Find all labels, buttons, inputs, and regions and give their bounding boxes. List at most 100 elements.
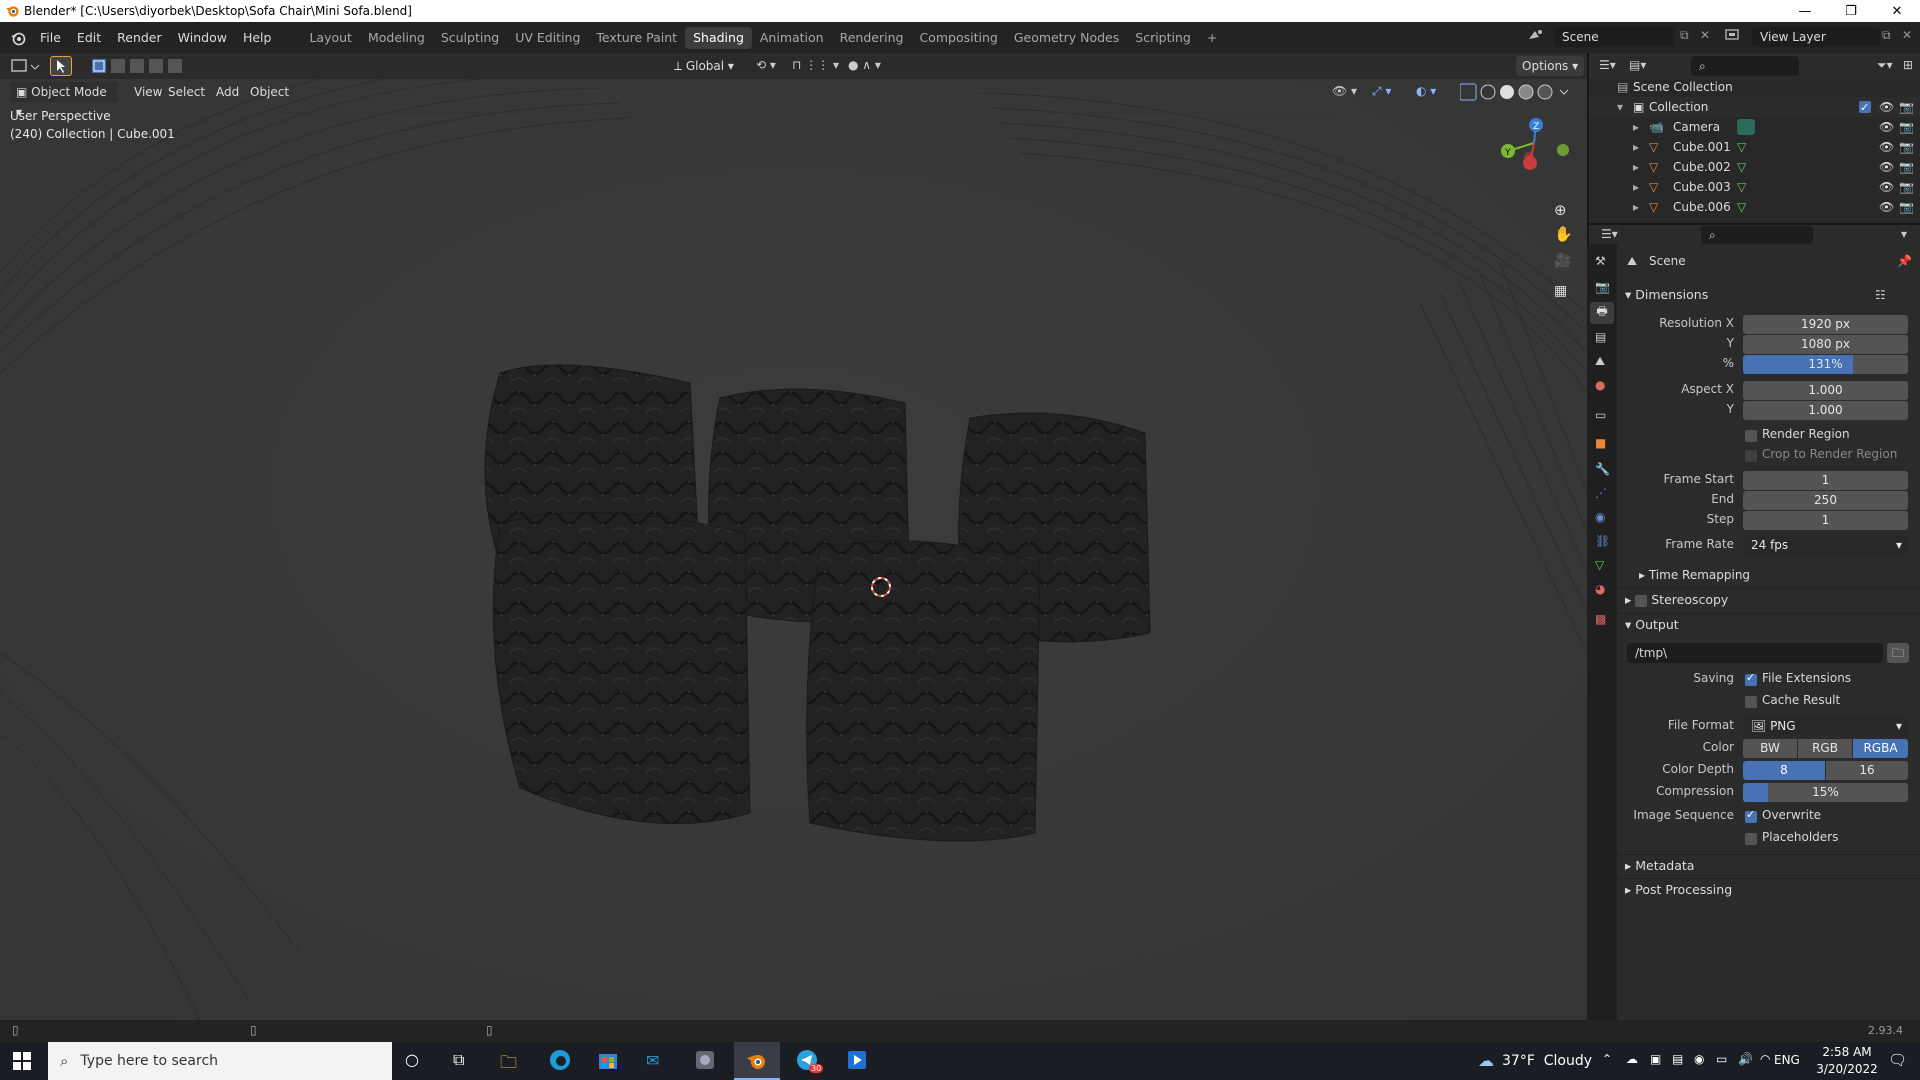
weather-label[interactable]: 37°F Cloudy: [1502, 1053, 1592, 1069]
frame-start-field[interactable]: 1: [1743, 471, 1908, 490]
ortho-toggle-icon[interactable]: ▦: [1554, 283, 1567, 299]
outliner-item-cube-006[interactable]: ▸ ▽ Cube.006 ▽ 👁 📷: [1589, 197, 1920, 217]
render-region-checkbox[interactable]: [1745, 430, 1757, 442]
menu-file[interactable]: File: [32, 27, 69, 49]
properties-editor-icon[interactable]: ☰▾: [1601, 227, 1618, 241]
output-section-header[interactable]: ▾ Output: [1625, 614, 1679, 636]
windows-start-icon[interactable]: [13, 1052, 31, 1070]
eye-icon[interactable]: 👁: [1879, 117, 1894, 137]
outliner-editor-icon[interactable]: ☰▾: [1599, 58, 1616, 72]
eye-icon[interactable]: 👁: [1879, 157, 1894, 177]
compression-slider[interactable]: 15%: [1743, 783, 1908, 802]
scene-selector[interactable]: Scene: [1554, 27, 1674, 47]
snap-icon[interactable]: ⊓ ⋮⋮ ▾: [792, 58, 839, 72]
tab-texture-paint[interactable]: Texture Paint: [588, 27, 685, 49]
navigation-gizmo[interactable]: Z Y: [1492, 113, 1572, 183]
stereoscopy-header[interactable]: ▸ Stereoscopy: [1625, 589, 1728, 611]
tab-animation[interactable]: Animation: [752, 27, 832, 49]
tab-sculpting[interactable]: Sculpting: [433, 27, 507, 49]
blender-menu-icon[interactable]: [10, 30, 26, 46]
properties-options-icon[interactable]: ▾: [1901, 227, 1907, 241]
options-dropdown[interactable]: Options ▾: [1516, 56, 1585, 76]
frame-end-field[interactable]: 250: [1743, 491, 1908, 510]
select-tool-icon[interactable]: [50, 56, 72, 76]
properties-search-input[interactable]: ⌕: [1701, 226, 1813, 244]
tab-layout[interactable]: Layout: [301, 27, 360, 49]
onedrive-icon[interactable]: ☁: [1626, 1052, 1638, 1066]
file-extensions-checkbox[interactable]: [1745, 671, 1757, 686]
edge-browser-icon[interactable]: [549, 1049, 571, 1071]
tab-rendering[interactable]: Rendering: [832, 27, 912, 49]
add-workspace-icon[interactable]: +: [1199, 27, 1225, 49]
language-indicator[interactable]: ENG: [1774, 1053, 1800, 1067]
constraints-tab-icon[interactable]: ⛓: [1595, 534, 1610, 548]
expand-arrow-icon[interactable]: ▸: [1633, 157, 1639, 177]
editor-type-icon[interactable]: [10, 57, 40, 75]
outliner-collection-row[interactable]: ▾ ▣ Collection 👁 📷: [1589, 97, 1920, 118]
tab-compositing[interactable]: Compositing: [911, 27, 1005, 49]
expand-arrow-icon[interactable]: ▾: [1617, 97, 1623, 117]
view-layer-selector[interactable]: View Layer: [1752, 27, 1880, 47]
frame-rate-dropdown[interactable]: 24 fps ▾: [1743, 536, 1908, 555]
view-layer-tab-icon[interactable]: ▤: [1595, 330, 1606, 344]
pivot-icon[interactable]: ⟲ ▾: [756, 58, 776, 72]
wifi-icon[interactable]: ◠: [1760, 1052, 1770, 1066]
filter-icon[interactable]: ⏷▾: [1877, 58, 1893, 73]
folder-browse-icon[interactable]: 🗀: [1887, 643, 1909, 663]
gizmo-toggle-icon[interactable]: ⤢ ▾: [1372, 84, 1391, 99]
time-remapping-header[interactable]: ▸ Time Remapping: [1639, 564, 1750, 586]
tray-app-icon[interactable]: ◉: [1694, 1052, 1704, 1066]
physics-tab-icon[interactable]: ◉: [1595, 510, 1605, 524]
maximize-button[interactable]: ❐: [1828, 0, 1874, 22]
aspect-x-field[interactable]: 1.000: [1743, 381, 1908, 400]
dimensions-section-header[interactable]: ▾ Dimensions: [1625, 284, 1708, 306]
3d-viewport[interactable]: ⟂ Global ▾ ⟲ ▾ ⊓ ⋮⋮ ▾ ● ∧ ▾ Options ▾ ▣ …: [0, 53, 1587, 1020]
outliner-scene-collection[interactable]: ▤ Scene Collection: [1589, 77, 1920, 97]
menu-select[interactable]: Select: [162, 82, 211, 102]
display-mode-icon[interactable]: ▤▾: [1629, 58, 1646, 72]
outliner-item-cube-001[interactable]: ▸ ▽ Cube.001 ▽ 👁 📷: [1589, 137, 1920, 157]
mesh-data-tab-icon[interactable]: ▽: [1595, 558, 1604, 572]
resolution-x-field[interactable]: 1920 px: [1743, 315, 1908, 334]
collection-tab-icon[interactable]: ▭: [1595, 408, 1606, 422]
tray-app-icon[interactable]: ▤: [1672, 1052, 1683, 1066]
color-depth-16-button[interactable]: 16: [1826, 761, 1908, 780]
cortana-icon[interactable]: ○: [405, 1050, 419, 1069]
color-rgba-button[interactable]: RGBA: [1853, 739, 1908, 758]
eye-icon[interactable]: 👁: [1879, 137, 1894, 157]
tray-chevron-icon[interactable]: ⌃: [1602, 1052, 1612, 1066]
camera-view-icon[interactable]: 🎥: [1554, 253, 1571, 269]
orientation-dropdown[interactable]: ⟂ Global ▾: [668, 56, 746, 76]
menu-window[interactable]: Window: [170, 27, 235, 49]
particles-tab-icon[interactable]: ⋰: [1595, 486, 1607, 500]
scene-icon[interactable]: [1526, 27, 1546, 43]
file-explorer-icon[interactable]: 🗀: [500, 1050, 517, 1079]
new-view-layer-icon[interactable]: ⧉: [1882, 28, 1891, 43]
minimize-button[interactable]: —: [1782, 0, 1828, 22]
material-tab-icon[interactable]: ◕: [1595, 582, 1605, 596]
menu-help[interactable]: Help: [235, 27, 280, 49]
render-camera-icon[interactable]: 📷: [1899, 197, 1914, 217]
store-icon[interactable]: [597, 1049, 619, 1071]
color-rgb-button[interactable]: RGB: [1798, 739, 1852, 758]
tab-uv-editing[interactable]: UV Editing: [507, 27, 588, 49]
cache-result-checkbox[interactable]: [1745, 696, 1757, 708]
tab-modeling[interactable]: Modeling: [360, 27, 433, 49]
modifier-tab-icon[interactable]: 🔧: [1595, 462, 1610, 476]
blender-taskbar-button[interactable]: [734, 1042, 780, 1080]
task-view-icon[interactable]: ⧉: [453, 1050, 464, 1070]
post-processing-section-header[interactable]: ▸ Post Processing: [1625, 879, 1732, 901]
eye-icon[interactable]: 👁: [1879, 97, 1894, 117]
overwrite-checkbox[interactable]: [1745, 808, 1757, 823]
texture-tab-icon[interactable]: ▩: [1595, 612, 1606, 626]
crop-region-checkbox[interactable]: [1745, 450, 1757, 462]
outliner-item-camera[interactable]: ▸ 📹 Camera 👁 📷: [1589, 117, 1920, 137]
outliner-search-input[interactable]: ⌕: [1691, 56, 1799, 76]
visibility-filter-icon[interactable]: 👁 ▾: [1332, 84, 1357, 98]
volume-icon[interactable]: 🔊: [1738, 1052, 1753, 1066]
menu-render[interactable]: Render: [109, 27, 170, 49]
metadata-section-header[interactable]: ▸ Metadata: [1625, 855, 1694, 877]
render-camera-icon[interactable]: 📷: [1899, 157, 1914, 177]
output-tab-icon[interactable]: 🖶: [1590, 302, 1614, 324]
clock-time[interactable]: 2:58 AM: [1812, 1045, 1882, 1059]
